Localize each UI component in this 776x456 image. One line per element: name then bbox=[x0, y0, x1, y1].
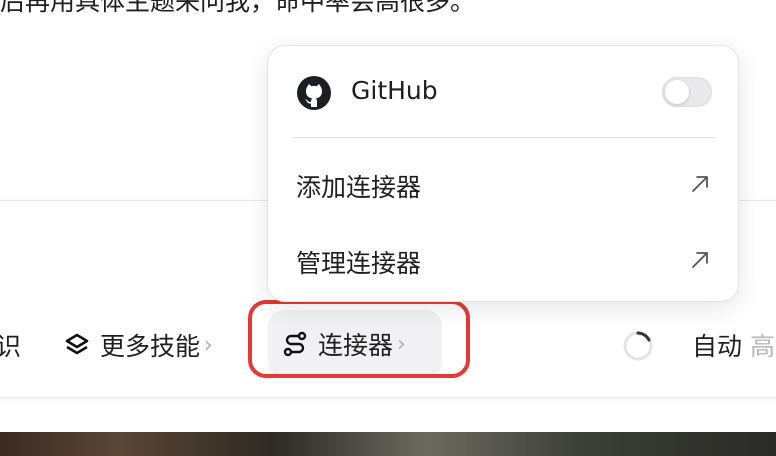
github-toggle[interactable] bbox=[662, 77, 712, 107]
chat-message-text: 后再用具体主题来问我，命中率会高很多。 bbox=[0, 0, 476, 16]
toggle-knob bbox=[665, 80, 689, 104]
more-skills-button[interactable]: 更多技能 › bbox=[62, 322, 213, 368]
connectors-button[interactable]: 连接器 › bbox=[268, 310, 442, 378]
background-photo bbox=[0, 432, 776, 456]
connectors-menu: GitHub 添加连接器 管理连接器 bbox=[267, 45, 739, 302]
mode-selector[interactable]: 自动 高 bbox=[692, 322, 775, 368]
input-toolbar: 识 更多技能 › 连接器 › 自动 高 bbox=[0, 310, 776, 378]
layers-icon bbox=[62, 330, 92, 360]
arrow-up-right-icon bbox=[688, 172, 712, 196]
connectors-label: 连接器 bbox=[318, 331, 394, 360]
connector-icon bbox=[280, 329, 310, 359]
mode-label: 自动 bbox=[692, 332, 743, 361]
manage-connectors-label: 管理连接器 bbox=[296, 249, 422, 278]
arrow-up-right-icon bbox=[688, 248, 712, 272]
menu-divider bbox=[291, 137, 717, 138]
chevron-right-icon: › bbox=[397, 331, 406, 357]
menu-item-add-connector[interactable]: 添加连接器 bbox=[268, 154, 738, 214]
menu-item-manage-connectors[interactable]: 管理连接器 bbox=[268, 230, 738, 290]
toolbar-item-partial-left[interactable]: 识 bbox=[0, 322, 21, 368]
github-label: GitHub bbox=[351, 76, 438, 105]
toolbar-partial-left-label: 识 bbox=[0, 332, 22, 361]
screen: 后再用具体主题来问我，命中率会高很多。 识 更多技能 › 连接器 › 自动 高 … bbox=[0, 0, 776, 456]
menu-item-github[interactable]: GitHub bbox=[268, 62, 738, 122]
add-connector-label: 添加连接器 bbox=[296, 173, 422, 202]
chevron-right-icon: › bbox=[204, 332, 213, 358]
loading-spinner-icon bbox=[622, 330, 654, 362]
github-icon bbox=[296, 75, 332, 111]
more-skills-label: 更多技能 bbox=[100, 332, 201, 361]
mode-partial-right: 高 bbox=[750, 332, 776, 361]
